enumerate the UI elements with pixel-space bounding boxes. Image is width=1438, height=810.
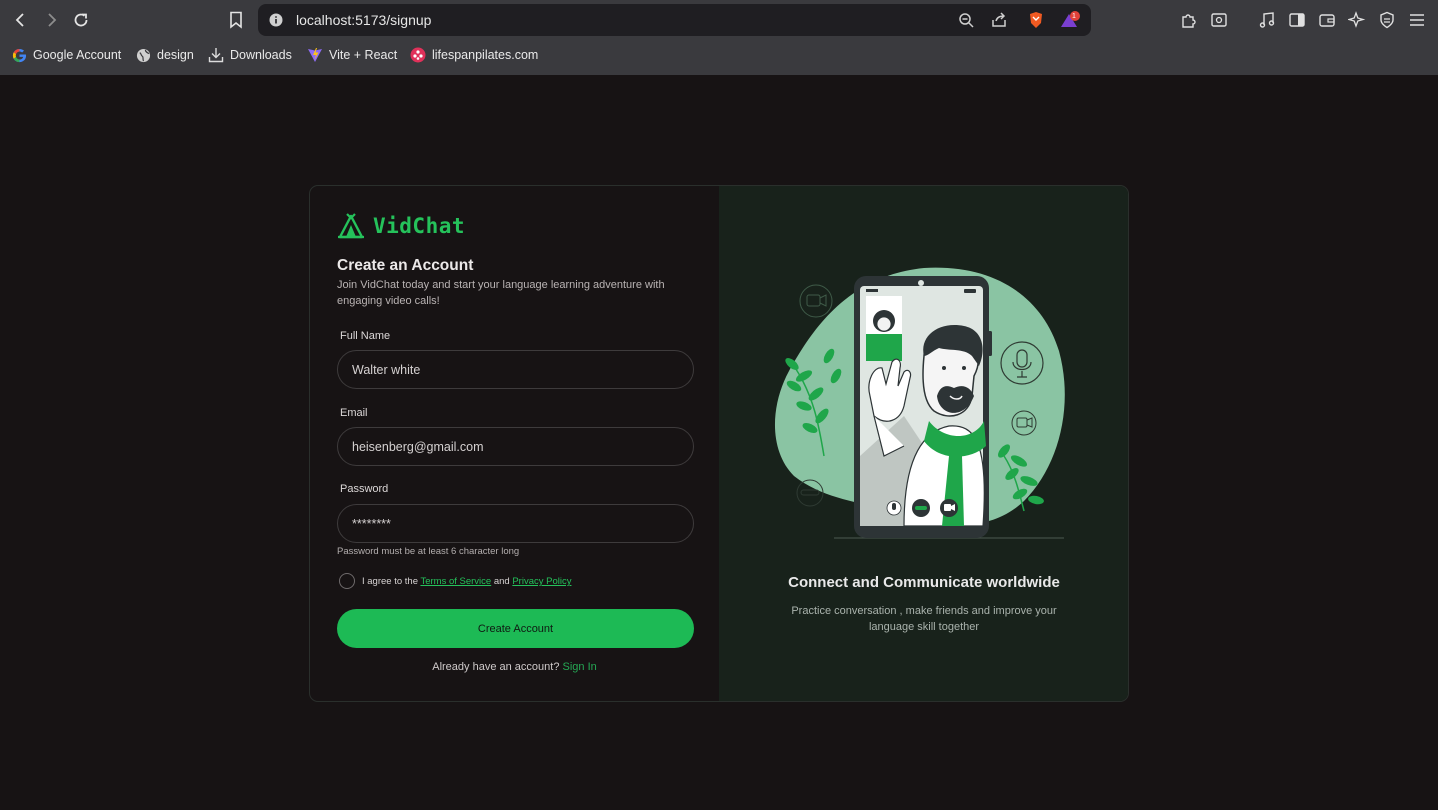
globe-icon bbox=[135, 47, 151, 63]
notification-count: 1 bbox=[1072, 13, 1076, 20]
google-icon bbox=[11, 47, 27, 63]
brave-rewards-icon[interactable]: 1 bbox=[1060, 10, 1080, 30]
full-name-label: Full Name bbox=[340, 330, 391, 342]
terms-of-service-link[interactable]: Terms of Service bbox=[420, 576, 491, 587]
back-button[interactable] bbox=[9, 8, 33, 32]
signin-prompt: Already have an account? Sign In bbox=[310, 661, 719, 673]
brand-logo: VidChat bbox=[337, 213, 465, 239]
agree-and: and bbox=[493, 576, 510, 587]
bookmark-lifespanpilates[interactable]: lifespanpilates.com bbox=[410, 45, 538, 65]
bookmark-label: Vite + React bbox=[329, 48, 398, 62]
forward-button[interactable] bbox=[39, 8, 63, 32]
download-icon bbox=[208, 47, 224, 63]
bookmark-label: Downloads bbox=[230, 48, 292, 62]
leo-ai-icon[interactable] bbox=[1346, 9, 1368, 31]
address-bar[interactable]: localhost:5173/signup 1 bbox=[258, 4, 1091, 36]
brand-name: VidChat bbox=[373, 214, 466, 238]
site-icon bbox=[410, 47, 426, 63]
agree-prefix: I agree to the bbox=[362, 576, 418, 587]
bookmark-design[interactable]: design bbox=[135, 45, 194, 65]
extensions-icon[interactable] bbox=[1178, 9, 1200, 31]
bookmark-icon bbox=[230, 11, 242, 29]
vite-icon bbox=[307, 47, 323, 63]
signup-form-panel: VidChat Create an Account Join VidChat t… bbox=[310, 186, 719, 701]
signup-card: VidChat Create an Account Join VidChat t… bbox=[309, 185, 1129, 702]
page-search-icon[interactable] bbox=[1208, 9, 1230, 31]
brave-shield-icon[interactable] bbox=[1026, 10, 1046, 30]
video-call-illustration bbox=[774, 267, 1065, 539]
bookmarks-bar: Google Account design Downloads Vite + R… bbox=[0, 41, 1438, 69]
privacy-policy-link[interactable]: Privacy Policy bbox=[512, 576, 571, 587]
bookmark-label: design bbox=[157, 48, 194, 62]
password-label: Password bbox=[340, 483, 389, 495]
signin-text: Already have an account? bbox=[432, 661, 560, 673]
promo-tagline: Practice conversation , make friends and… bbox=[791, 605, 1057, 633]
bookmark-label: lifespanpilates.com bbox=[432, 48, 539, 62]
sidebar-icon[interactable] bbox=[1286, 9, 1308, 31]
bookmark-downloads[interactable]: Downloads bbox=[208, 45, 292, 65]
create-account-button[interactable]: Create Account bbox=[337, 609, 694, 648]
bookmark-button[interactable] bbox=[224, 8, 248, 32]
reload-button[interactable] bbox=[69, 8, 93, 32]
email-label: Email bbox=[340, 407, 368, 419]
full-name-input[interactable]: Walter white bbox=[337, 350, 694, 389]
signin-link[interactable]: Sign In bbox=[563, 661, 597, 673]
password-hint: Password must be at least 6 character lo… bbox=[337, 546, 520, 557]
bookmark-vite-react[interactable]: Vite + React bbox=[307, 45, 397, 65]
share-icon[interactable] bbox=[989, 10, 1009, 30]
terms-checkbox[interactable] bbox=[339, 573, 355, 589]
form-subtitle: Join VidChat today and start your langua… bbox=[337, 279, 665, 307]
music-icon[interactable] bbox=[1256, 9, 1278, 31]
promo-headline: Connect and Communicate worldwide bbox=[788, 574, 1060, 591]
promo-panel: Connect and Communicate worldwide Practi… bbox=[719, 186, 1128, 701]
video-camera-icon bbox=[799, 284, 833, 318]
url-text[interactable]: localhost:5173/signup bbox=[296, 12, 431, 28]
zoom-icon[interactable] bbox=[956, 10, 976, 30]
bookmark-google-account[interactable]: Google Account bbox=[11, 45, 121, 65]
wallet-icon[interactable] bbox=[1316, 9, 1338, 31]
terms-agreement: I agree to the Terms of Service and Priv… bbox=[362, 576, 571, 587]
tent-logo-icon bbox=[338, 213, 364, 239]
vpn-icon[interactable] bbox=[1376, 9, 1398, 31]
chevron-right-icon bbox=[48, 13, 57, 27]
reload-icon bbox=[74, 13, 88, 27]
chevron-left-icon bbox=[15, 13, 24, 27]
bookmark-label: Google Account bbox=[33, 48, 122, 62]
menu-icon[interactable] bbox=[1406, 9, 1428, 31]
email-input[interactable]: heisenberg@gmail.com bbox=[337, 427, 694, 466]
form-title: Create an Account bbox=[337, 257, 474, 274]
password-input[interactable]: ******** bbox=[337, 504, 694, 543]
browser-toolbar: localhost:5173/signup 1 bbox=[0, 0, 1438, 40]
info-icon[interactable] bbox=[266, 10, 286, 30]
browser-chrome: localhost:5173/signup 1 Google Account d… bbox=[0, 0, 1438, 75]
phone-illustration bbox=[854, 276, 992, 538]
